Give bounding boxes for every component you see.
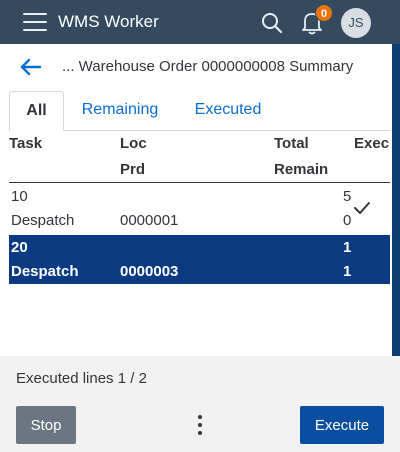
tab-remaining[interactable]: Remaining	[66, 91, 174, 131]
remaining-qty: 0	[343, 212, 352, 229]
product: 0000003	[120, 263, 179, 280]
total-qty: 5	[343, 188, 352, 205]
column-header-loc: Loc	[120, 135, 147, 152]
column-header-exec: Exec	[354, 135, 390, 152]
column-header-task: Task	[9, 135, 43, 152]
back-icon[interactable]	[18, 55, 44, 79]
tab-executed[interactable]: Executed	[176, 91, 280, 131]
task-number: 10	[11, 188, 28, 205]
task-number: 20	[11, 239, 28, 256]
product: 0000001	[120, 212, 179, 229]
tab-all[interactable]: All	[9, 91, 64, 131]
avatar[interactable]: JS	[341, 8, 371, 38]
more-options-icon[interactable]	[193, 413, 207, 437]
table-header: Task Loc Prd Total Remain Exec	[9, 131, 390, 183]
stop-button[interactable]: Stop	[16, 406, 76, 444]
table-row-selected[interactable]: 20 Despatch 0000003 1 1	[9, 235, 390, 284]
remaining-qty: 1	[343, 263, 352, 280]
search-icon[interactable]	[261, 12, 283, 34]
column-header-total: Total	[274, 135, 309, 152]
menu-icon[interactable]	[23, 13, 47, 31]
table-row[interactable]: 10 Despatch 0000001 5 0	[9, 184, 390, 233]
page-title: ... Warehouse Order 0000000008 Summary	[62, 58, 354, 75]
task-type: Despatch	[11, 212, 75, 229]
task-type: Despatch	[11, 263, 79, 280]
total-qty: 1	[343, 239, 352, 256]
app-title: WMS Worker	[58, 12, 159, 31]
column-header-prd: Prd	[120, 161, 146, 178]
column-header-remain: Remain	[274, 161, 329, 178]
execute-button[interactable]: Execute	[300, 406, 384, 444]
executed-lines-status: Executed lines 1 / 2	[16, 370, 147, 387]
checkmark-icon	[354, 202, 370, 214]
notification-badge: 0	[315, 4, 333, 22]
